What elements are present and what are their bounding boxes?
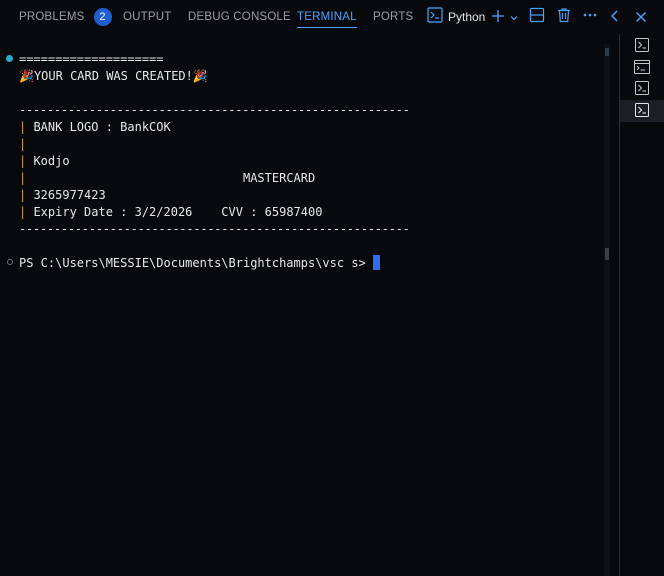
terminal-list-item-active[interactable] bbox=[620, 100, 664, 122]
console-window-icon bbox=[634, 59, 650, 78]
terminal-list-item[interactable] bbox=[620, 35, 664, 57]
tab-label: PROBLEMS bbox=[19, 11, 85, 23]
output-line: ----------------------------------------… bbox=[19, 103, 410, 117]
chevron-left-icon bbox=[609, 8, 621, 27]
bank-logo-text: BANK LOGO : BankCOK bbox=[26, 120, 171, 134]
terminal-panel: PROBLEMS 2 OUTPUT DEBUG CONSOLE TERMINAL… bbox=[0, 0, 664, 576]
prompt-line[interactable]: PS C:\Users\MESSIE\Documents\Brightchamp… bbox=[19, 255, 380, 271]
terminal-instance-icon bbox=[635, 80, 649, 99]
new-terminal-button[interactable] bbox=[491, 8, 505, 26]
active-tab-underline bbox=[297, 27, 357, 28]
more-actions-button[interactable] bbox=[582, 8, 598, 26]
terminal-icon bbox=[427, 7, 443, 27]
tab-terminal[interactable]: TERMINAL bbox=[297, 0, 357, 34]
tab-output[interactable]: OUTPUT bbox=[123, 0, 171, 34]
prompt-text: PS C:\Users\MESSIE\Documents\Brightchamp… bbox=[19, 256, 366, 270]
card-border: | bbox=[19, 137, 27, 151]
maximize-panel-button[interactable] bbox=[609, 8, 621, 26]
output-line: | Expiry Date : 3/2/2026 CVV : 65987400 bbox=[19, 204, 322, 220]
output-line: ----------------------------------------… bbox=[19, 222, 410, 236]
scrollbar-marker bbox=[605, 48, 609, 56]
scrollbar-marker bbox=[605, 248, 609, 260]
output-line: ==================== bbox=[19, 52, 164, 66]
trash-icon bbox=[556, 7, 572, 27]
output-line: | bbox=[19, 136, 26, 152]
command-decoration-dot[interactable] bbox=[7, 259, 13, 265]
terminal-list-item[interactable] bbox=[620, 78, 664, 100]
more-icon bbox=[582, 7, 598, 27]
output-line: | BANK LOGO : BankCOK bbox=[19, 119, 171, 135]
output-line: | MASTERCARD bbox=[19, 170, 315, 186]
card-network-text: MASTERCARD bbox=[26, 171, 316, 185]
terminal-scrollbar[interactable] bbox=[604, 44, 610, 576]
tab-label: OUTPUT bbox=[123, 11, 172, 23]
close-panel-button[interactable] bbox=[635, 8, 647, 26]
output-line: 🎉YOUR CARD WAS CREATED!🎉 bbox=[19, 69, 208, 83]
command-decoration-dot[interactable] bbox=[6, 55, 13, 62]
card-holder-text: Kodjo bbox=[26, 154, 70, 168]
plus-icon bbox=[491, 8, 505, 27]
kill-terminal-button[interactable] bbox=[556, 8, 572, 26]
tab-label: DEBUG CONSOLE bbox=[188, 11, 291, 23]
close-icon bbox=[635, 8, 647, 27]
terminal-cursor bbox=[372, 255, 380, 270]
split-terminal-button[interactable] bbox=[529, 7, 545, 27]
launch-profile-dropdown[interactable] bbox=[509, 8, 519, 26]
panel-tab-bar: PROBLEMS 2 OUTPUT DEBUG CONSOLE TERMINAL… bbox=[0, 0, 664, 34]
terminal-list-item[interactable] bbox=[620, 57, 664, 79]
shell-selector[interactable]: Python bbox=[427, 7, 486, 27]
expiry-cvv-text: Expiry Date : 3/2/2026 CVV : 65987400 bbox=[26, 205, 323, 219]
tab-ports[interactable]: PORTS bbox=[373, 0, 413, 34]
terminal-instance-icon bbox=[635, 102, 649, 121]
tab-label: PORTS bbox=[373, 11, 414, 23]
card-number-text: 3265977423 bbox=[26, 188, 106, 202]
chevron-down-icon bbox=[509, 8, 519, 27]
terminal-output[interactable]: ==================== 🎉YOUR CARD WAS CREA… bbox=[0, 44, 606, 576]
split-icon bbox=[529, 7, 545, 27]
terminal-instance-icon bbox=[635, 37, 649, 56]
tab-label: TERMINAL bbox=[297, 11, 357, 23]
tab-problems[interactable]: PROBLEMS 2 bbox=[19, 0, 112, 34]
tab-debug-console[interactable]: DEBUG CONSOLE bbox=[188, 0, 291, 34]
output-line: | Kodjo bbox=[19, 153, 70, 169]
shell-label: Python bbox=[448, 10, 486, 24]
output-line: | 3265977423 bbox=[19, 187, 106, 203]
problems-count-badge: 2 bbox=[93, 8, 112, 26]
